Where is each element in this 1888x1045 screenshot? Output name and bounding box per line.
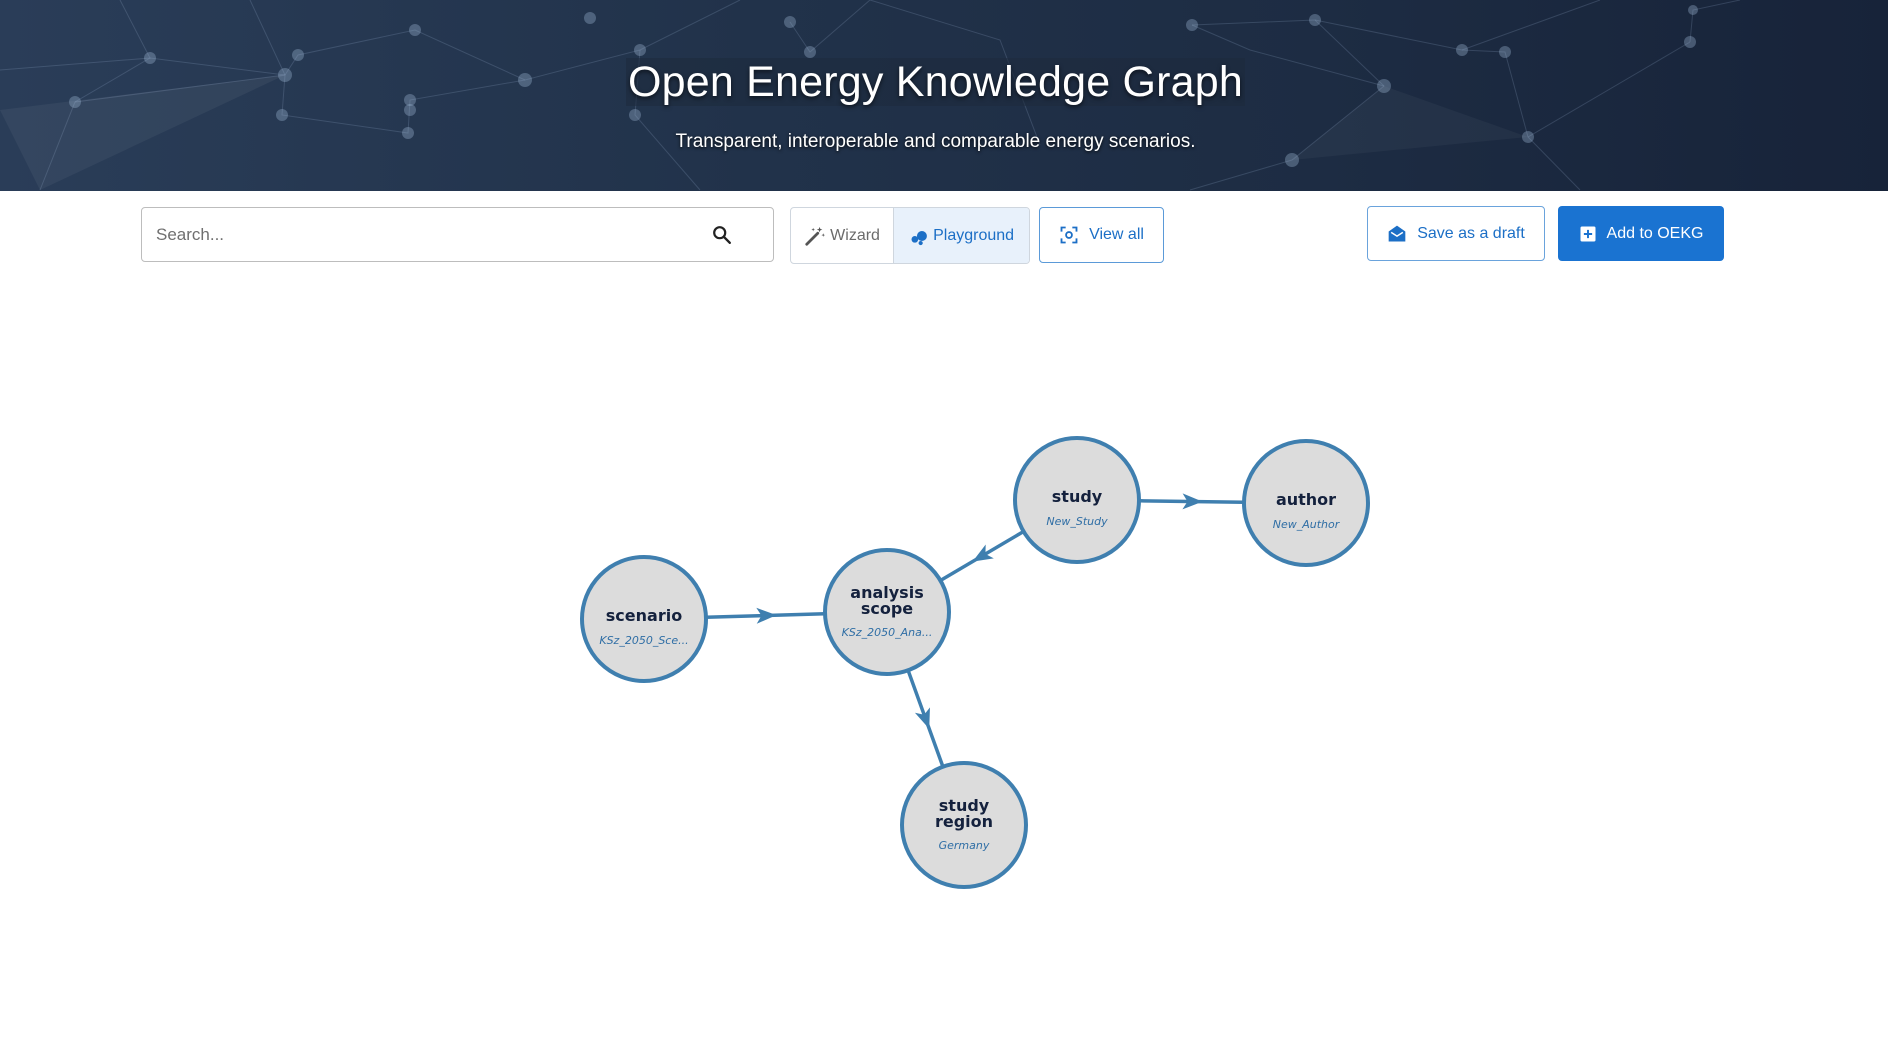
node-label: scope (861, 599, 913, 618)
node-instance-label: KSz_2050_Ana... (842, 626, 933, 639)
page-title: Open Energy Knowledge Graph (626, 58, 1245, 106)
wizard-label: Wizard (830, 226, 880, 244)
bubble-chart-icon (911, 230, 928, 245)
drafts-icon (1388, 225, 1406, 241)
view-all-label: View all (1089, 226, 1144, 243)
save-draft-label: Save as a draft (1417, 224, 1525, 242)
node-instance-label: New_Author (1273, 518, 1341, 531)
node-label: study (1052, 487, 1103, 506)
edge-scenario-analysis_scope (705, 607, 826, 624)
edge-study-author (1138, 493, 1245, 510)
graph-node-scenario[interactable]: scenario KSz_2050_Sce... (580, 555, 708, 683)
page-subtitle: Transparent, interoperable and comparabl… (675, 131, 1196, 152)
node-instance-label: KSz_2050_Sce... (599, 634, 688, 647)
graph-node-analysis-scope[interactable]: analysisscopeKSz_2050_Ana... (823, 548, 951, 676)
node-instance-label: New_Study (1046, 515, 1108, 528)
save-draft-button[interactable]: Save as a draft (1367, 206, 1545, 261)
center-focus-icon (1060, 226, 1078, 244)
search-icon[interactable] (711, 224, 733, 246)
search-box (141, 207, 774, 262)
edge-study-analysis_scope (939, 529, 1025, 583)
node-label: scenario (606, 606, 682, 625)
graph-node-study[interactable]: study New_Study (1013, 436, 1141, 564)
node-instance-label: Germany (939, 839, 990, 852)
mode-toggle: Wizard Playground (790, 207, 1030, 264)
view-all-button[interactable]: View all (1039, 207, 1164, 263)
edge-analysis_scope-study_region (906, 669, 945, 768)
wizard-toggle-button[interactable]: Wizard (791, 208, 895, 263)
node-label: region (935, 812, 993, 831)
knowledge-graph-canvas[interactable]: study New_Study author New_Author scenario KS… (0, 280, 1888, 980)
add-to-oekg-button[interactable]: Add to OEKG (1558, 206, 1724, 261)
graph-node-author[interactable]: author New_Author (1242, 439, 1370, 567)
header-banner: Open Energy Knowledge Graph Transparent,… (0, 0, 1888, 191)
add-box-icon (1580, 226, 1596, 241)
search-input[interactable] (156, 208, 696, 261)
playground-toggle-button[interactable]: Playground (894, 208, 1029, 263)
playground-label: Playground (933, 226, 1015, 244)
node-label: author (1276, 490, 1336, 509)
graph-node-study-region[interactable]: studyregionGermany (900, 761, 1028, 889)
magic-wand-icon (805, 226, 826, 246)
add-to-oekg-label: Add to OEKG (1606, 224, 1704, 242)
